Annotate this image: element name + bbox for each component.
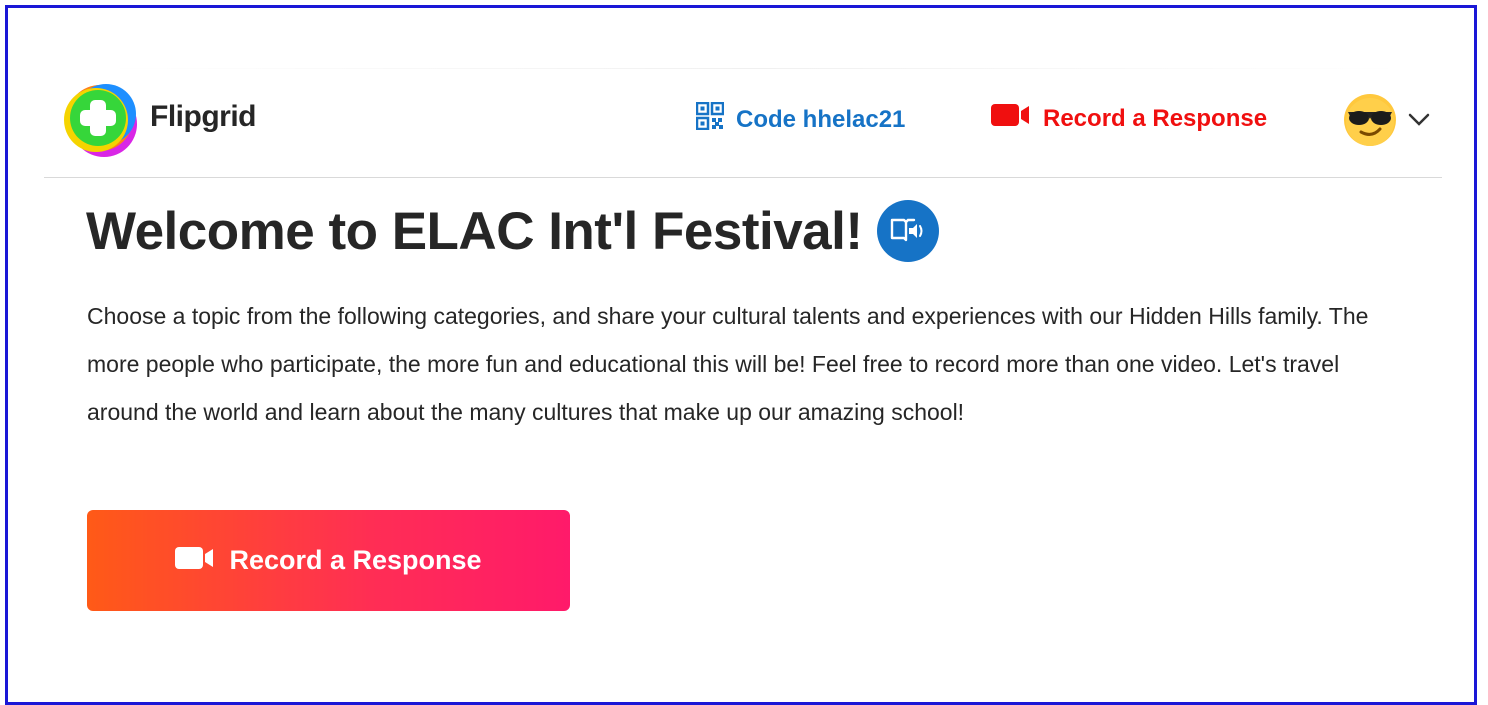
record-response-button[interactable]: Record a Response bbox=[87, 510, 570, 611]
record-response-nav-link[interactable]: Record a Response bbox=[991, 102, 1267, 135]
topic-description: Choose a topic from the following catego… bbox=[87, 303, 1369, 425]
chevron-down-icon bbox=[1408, 113, 1430, 132]
divider bbox=[98, 68, 1410, 69]
code-link-label: Code hhelac21 bbox=[736, 105, 906, 133]
video-camera-icon bbox=[991, 102, 1031, 135]
title-row: Welcome to ELAC Int'l Festival! bbox=[86, 200, 939, 262]
page-title: Welcome to ELAC Int'l Festival! bbox=[86, 201, 863, 261]
immersive-reader-button[interactable] bbox=[876, 200, 939, 262]
video-camera-icon bbox=[175, 545, 215, 576]
avatar bbox=[1342, 92, 1398, 153]
brand-name[interactable]: Flipgrid bbox=[150, 100, 256, 134]
account-menu[interactable] bbox=[1342, 92, 1430, 153]
top-navigation-bar: Flipgrid Code hhelac21 Record a Response bbox=[44, 70, 1442, 178]
record-link-label: Record a Response bbox=[1043, 104, 1268, 132]
record-response-label: Record a Response bbox=[229, 545, 482, 575]
join-code-link[interactable]: Code hhelac21 bbox=[695, 101, 906, 137]
flipgrid-logo-icon[interactable] bbox=[56, 78, 142, 164]
immersive-reader-icon bbox=[890, 214, 926, 249]
qr-code-icon bbox=[695, 101, 725, 137]
